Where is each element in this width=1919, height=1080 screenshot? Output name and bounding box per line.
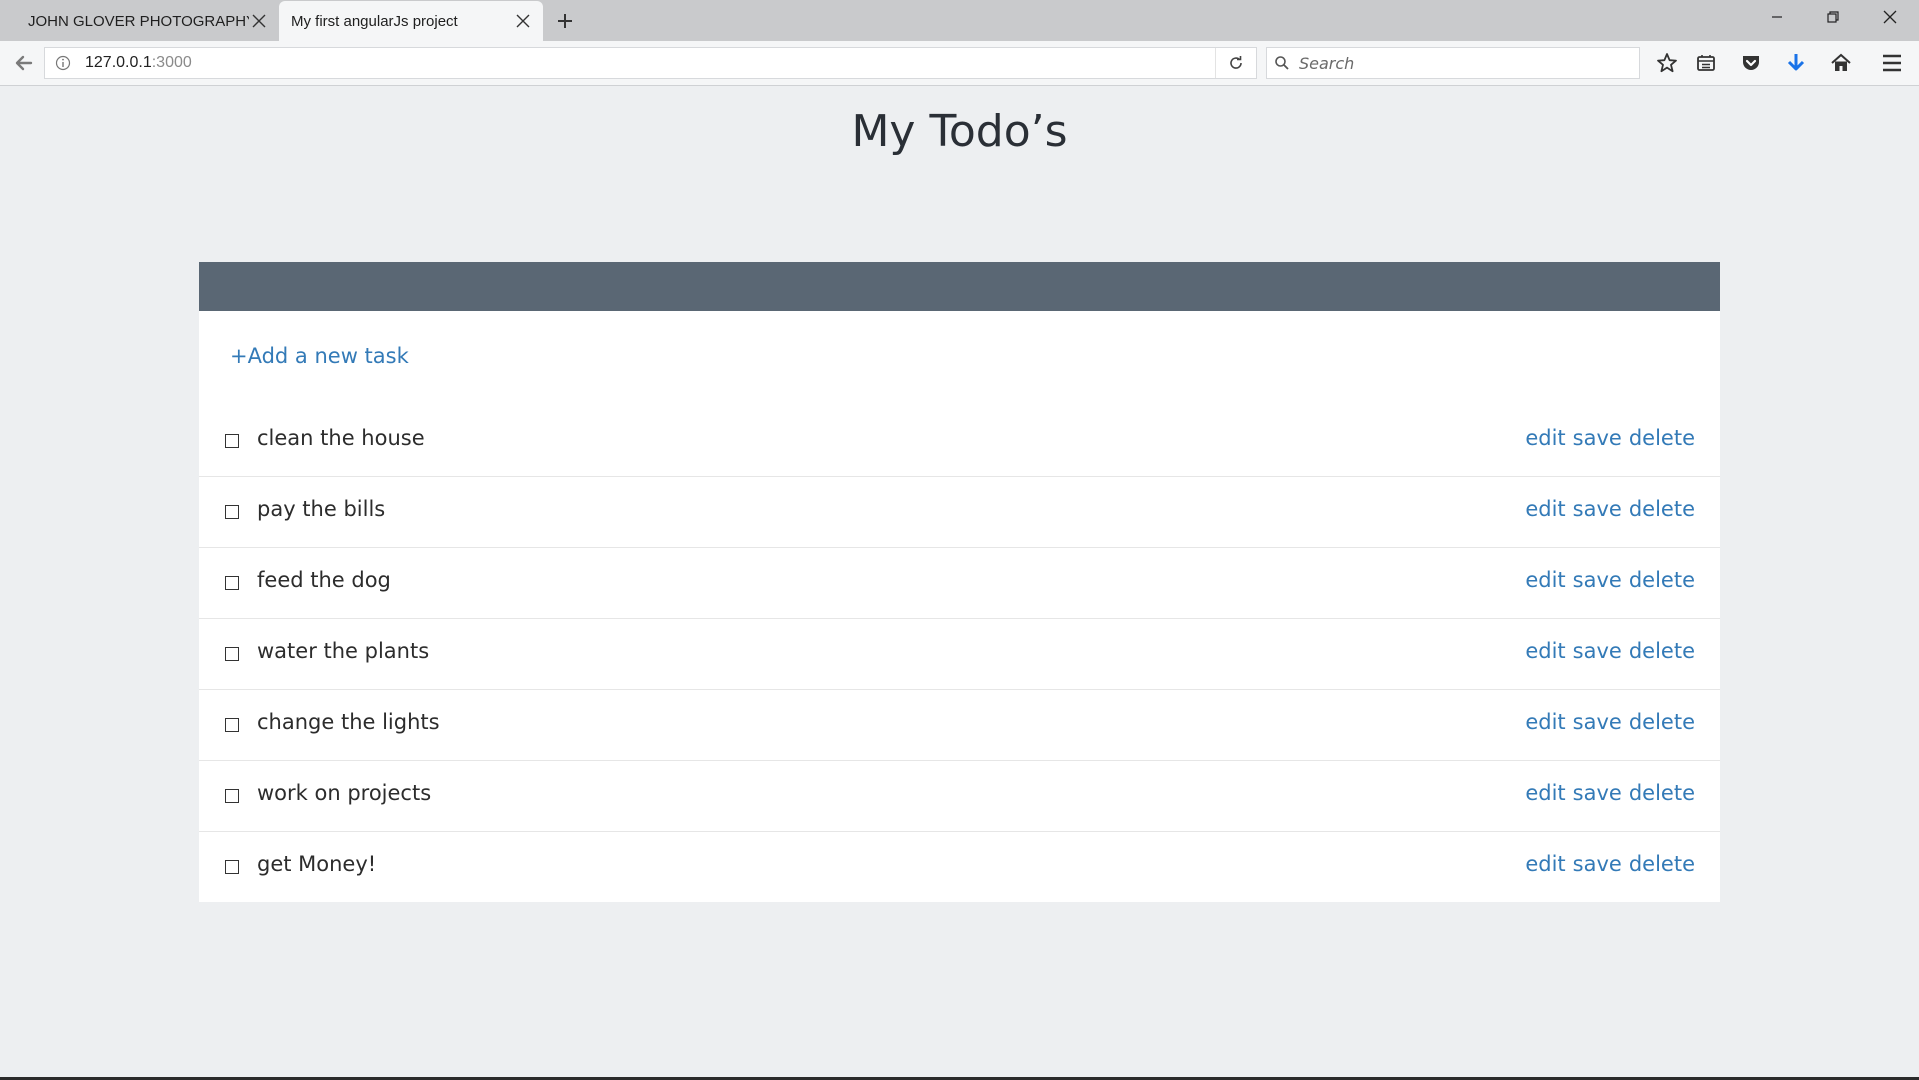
edit-link[interactable]: edit — [1525, 497, 1565, 521]
save-link[interactable]: save — [1573, 639, 1622, 663]
edit-link[interactable]: edit — [1525, 639, 1565, 663]
todo-actions: edit save delete — [1525, 710, 1695, 734]
tab-title: JOHN GLOVER PHOTOGRAPHY — [28, 12, 249, 30]
new-tab-button[interactable] — [552, 8, 578, 34]
todo-actions: edit save delete — [1525, 639, 1695, 663]
tab-angular-project[interactable]: My first angularJs project — [279, 1, 543, 41]
save-link[interactable]: save — [1573, 852, 1622, 876]
edit-link[interactable]: edit — [1525, 781, 1565, 805]
todo-panel: +Add a new task clean the house edit sav… — [199, 262, 1720, 902]
reading-list-button[interactable] — [1688, 48, 1724, 78]
edit-link[interactable]: edit — [1525, 426, 1565, 450]
reload-button[interactable] — [1215, 48, 1256, 78]
delete-link[interactable]: delete — [1629, 639, 1695, 663]
add-task-link[interactable]: +Add a new task — [230, 344, 409, 368]
todo-checkbox[interactable] — [225, 434, 239, 448]
list-item: clean the house edit save delete — [199, 406, 1720, 477]
todo-text: water the plants — [257, 639, 430, 663]
pocket-icon[interactable] — [1733, 48, 1769, 78]
list-item: get Money! edit save delete — [199, 832, 1720, 903]
panel-header — [199, 262, 1720, 311]
delete-link[interactable]: delete — [1629, 710, 1695, 734]
edit-link[interactable]: edit — [1525, 568, 1565, 592]
todo-text: clean the house — [257, 426, 425, 450]
navigation-toolbar: 127.0.0.1:3000 — [0, 41, 1919, 86]
minimize-button[interactable] — [1757, 4, 1797, 30]
bookmark-star-button[interactable] — [1649, 48, 1685, 78]
todo-text: work on projects — [257, 781, 432, 805]
delete-link[interactable]: delete — [1629, 426, 1695, 450]
todo-actions: edit save delete — [1525, 852, 1695, 876]
delete-link[interactable]: delete — [1629, 568, 1695, 592]
todo-text: change the lights — [257, 710, 440, 734]
info-icon[interactable] — [49, 48, 77, 78]
delete-link[interactable]: delete — [1629, 781, 1695, 805]
todo-checkbox[interactable] — [225, 789, 239, 803]
close-window-button[interactable] — [1870, 4, 1910, 30]
delete-link[interactable]: delete — [1629, 852, 1695, 876]
delete-link[interactable]: delete — [1629, 497, 1695, 521]
tab-title: My first angularJs project — [291, 12, 458, 30]
close-icon[interactable] — [249, 11, 269, 31]
list-item: feed the dog edit save delete — [199, 548, 1720, 619]
search-input[interactable] — [1297, 52, 1639, 74]
address-bar[interactable]: 127.0.0.1:3000 — [44, 47, 1257, 79]
list-item: water the plants edit save delete — [199, 619, 1720, 690]
list-item: work on projects edit save delete — [199, 761, 1720, 832]
list-item: change the lights edit save delete — [199, 690, 1720, 761]
url-port: :3000 — [151, 54, 192, 71]
search-icon — [1267, 48, 1297, 78]
tab-john-glover[interactable]: JOHN GLOVER PHOTOGRAPHY — [0, 1, 279, 41]
todo-checkbox[interactable] — [225, 505, 239, 519]
home-icon[interactable] — [1823, 48, 1859, 78]
save-link[interactable]: save — [1573, 426, 1622, 450]
url-host: 127.0.0.1 — [85, 54, 152, 71]
download-icon[interactable] — [1778, 48, 1814, 78]
todo-checkbox[interactable] — [225, 576, 239, 590]
tab-strip: JOHN GLOVER PHOTOGRAPHY My first angular… — [0, 0, 1919, 41]
close-icon[interactable] — [513, 11, 533, 31]
todo-text: feed the dog — [257, 568, 391, 592]
save-link[interactable]: save — [1573, 497, 1622, 521]
page-title: My Todo’s — [851, 106, 1068, 157]
restore-button[interactable] — [1813, 4, 1853, 30]
list-item: pay the bills edit save delete — [199, 477, 1720, 548]
save-link[interactable]: save — [1573, 568, 1622, 592]
save-link[interactable]: save — [1573, 781, 1622, 805]
search-bar[interactable] — [1266, 47, 1640, 79]
edit-link[interactable]: edit — [1525, 852, 1565, 876]
todo-actions: edit save delete — [1525, 497, 1695, 521]
todo-actions: edit save delete — [1525, 426, 1695, 450]
todo-list: clean the house edit save delete pay the… — [199, 406, 1720, 903]
url-text[interactable]: 127.0.0.1:3000 — [77, 54, 1215, 72]
edit-link[interactable]: edit — [1525, 710, 1565, 734]
todo-checkbox[interactable] — [225, 860, 239, 874]
todo-checkbox[interactable] — [225, 718, 239, 732]
todo-text: pay the bills — [257, 497, 386, 521]
save-link[interactable]: save — [1573, 710, 1622, 734]
back-button[interactable] — [8, 48, 40, 78]
todo-actions: edit save delete — [1525, 568, 1695, 592]
todo-checkbox[interactable] — [225, 647, 239, 661]
todo-actions: edit save delete — [1525, 781, 1695, 805]
menu-icon[interactable] — [1874, 48, 1910, 78]
todo-text: get Money! — [257, 852, 377, 876]
